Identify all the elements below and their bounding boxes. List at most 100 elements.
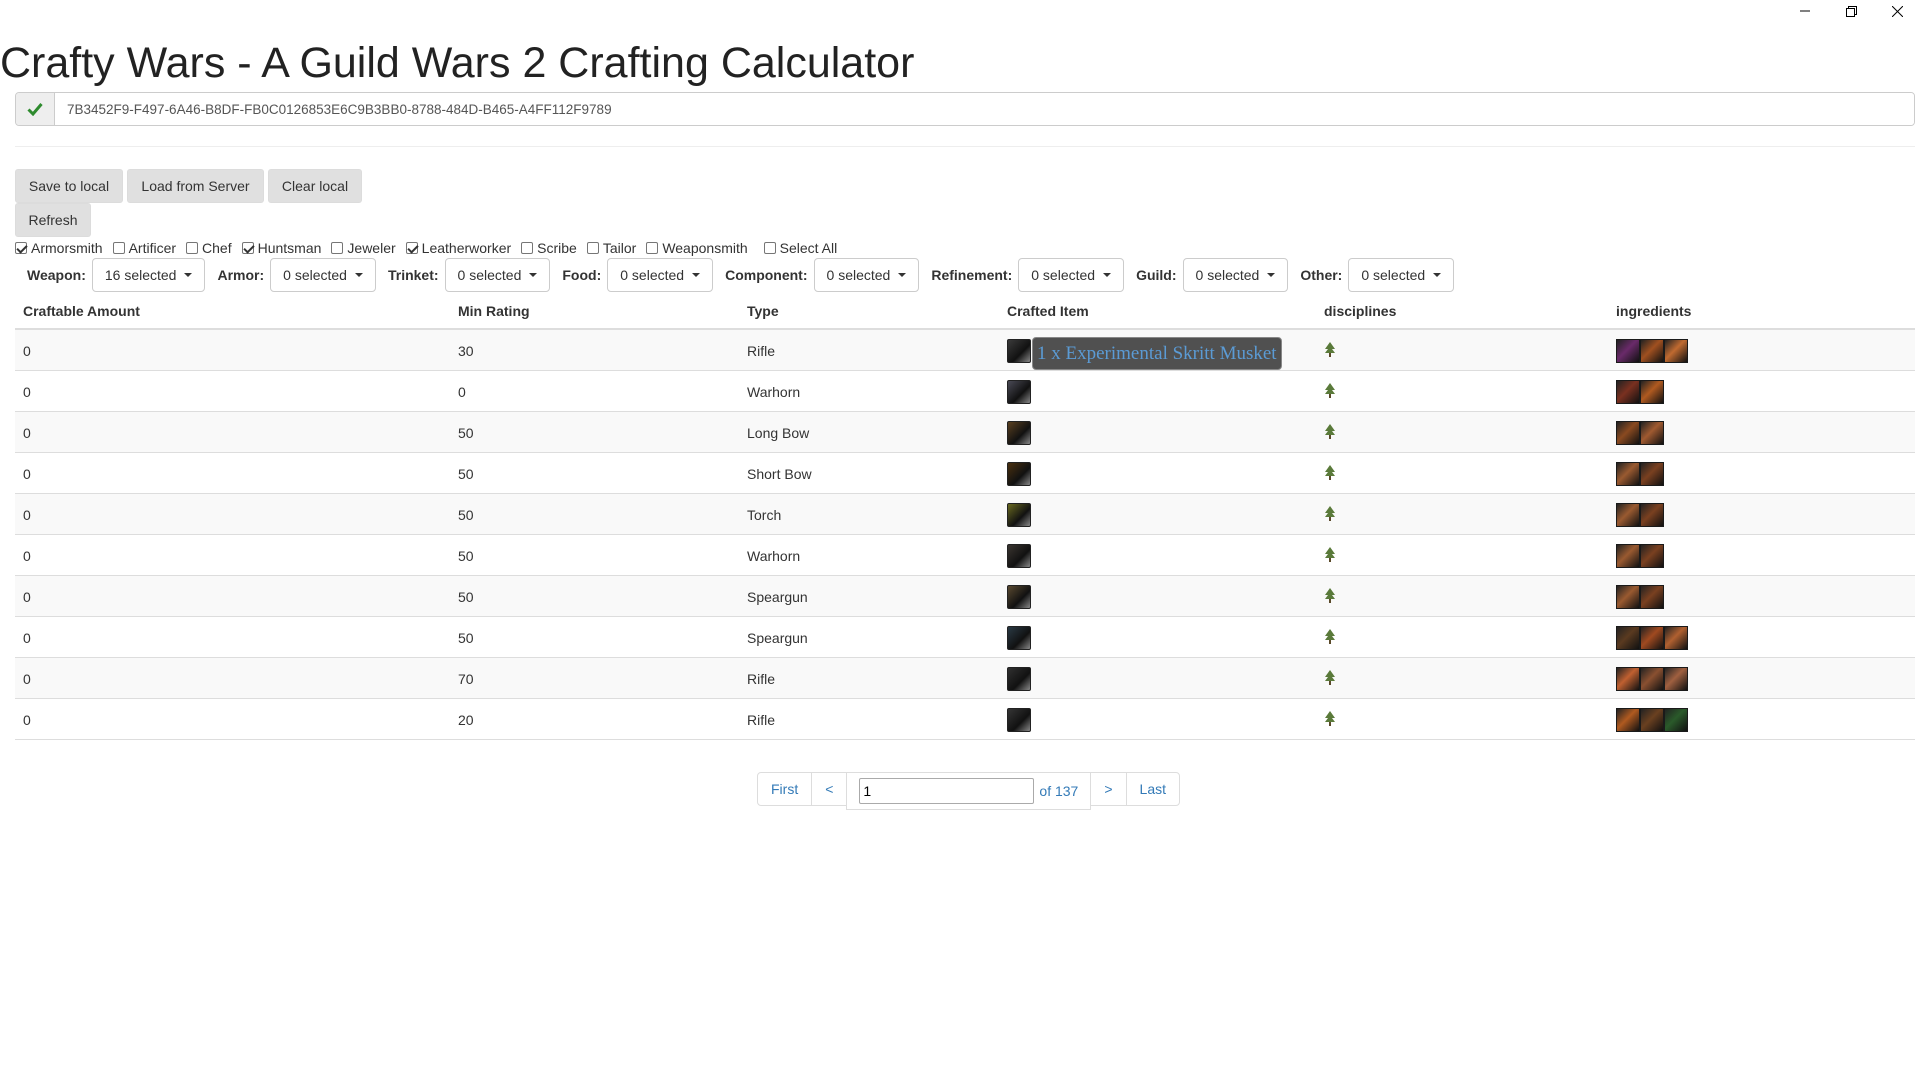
ingredient-icon[interactable] (1616, 544, 1640, 568)
ingredient-icon[interactable] (1640, 339, 1664, 363)
checkbox-box[interactable] (331, 242, 344, 254)
ingredient-icon[interactable] (1616, 462, 1640, 486)
checkbox-box[interactable] (646, 242, 659, 254)
discipline-checkbox-weaponsmith[interactable]: Weaponsmith (646, 240, 748, 256)
load-from-server-button[interactable]: Load from Server (127, 169, 264, 203)
crafted-item-icon[interactable] (1007, 339, 1031, 363)
checkbox-box[interactable] (586, 242, 599, 254)
crafted-item-icon[interactable] (1007, 380, 1031, 404)
ingredient-icon[interactable] (1616, 421, 1640, 445)
header-crafted-item[interactable]: Crafted Item (1007, 303, 1089, 319)
ingredient-icon[interactable] (1640, 667, 1664, 691)
filter-dropdown-guild[interactable]: 0 selected (1182, 258, 1289, 292)
crafted-item-icon[interactable] (1007, 544, 1031, 568)
discipline-checkbox-chef[interactable]: Chef (186, 240, 232, 256)
ingredient-icon[interactable] (1664, 626, 1688, 650)
ingredient-icon[interactable] (1664, 667, 1688, 691)
ingredients-cell (1616, 421, 1664, 445)
header-craftable-amount[interactable]: Craftable Amount (23, 303, 140, 319)
crafted-item-icon[interactable] (1007, 585, 1031, 609)
table-row[interactable]: 0 50 Speargun (15, 576, 1915, 617)
first-page-button[interactable]: First (757, 772, 813, 806)
ingredient-icon[interactable] (1640, 708, 1664, 732)
table-row[interactable]: 0 20 Rifle (15, 699, 1915, 740)
ingredient-icon[interactable] (1640, 585, 1664, 609)
minimize-icon[interactable] (1782, 0, 1828, 22)
header-type[interactable]: Type (747, 303, 779, 319)
crafted-item-icon[interactable] (1007, 708, 1031, 732)
huntsman-tree-icon (1324, 670, 1336, 689)
discipline-checkbox-armorsmith[interactable]: Armorsmith (15, 240, 103, 256)
table-row[interactable]: 0 30 Rifle (15, 330, 1915, 371)
crafted-item-icon[interactable] (1007, 503, 1031, 527)
ingredient-icon[interactable] (1616, 380, 1640, 404)
checkbox-box[interactable] (405, 242, 418, 254)
filter-dropdown-component[interactable]: 0 selected (813, 258, 920, 292)
checkbox-box[interactable] (521, 242, 534, 254)
ingredient-icon[interactable] (1640, 462, 1664, 486)
caret-down-icon (898, 273, 907, 277)
ingredient-icon[interactable] (1616, 339, 1640, 363)
filter-label: Refinement: (931, 267, 1013, 283)
header-ingredients[interactable]: ingredients (1616, 303, 1691, 319)
craftable-amount-cell: 0 (23, 671, 31, 687)
discipline-checkbox-huntsman[interactable]: Huntsman (241, 240, 321, 256)
ingredient-icon[interactable] (1664, 708, 1688, 732)
next-page-button[interactable]: > (1090, 772, 1127, 806)
filter-dropdown-armor[interactable]: 0 selected (270, 258, 376, 292)
ingredient-icon[interactable] (1664, 339, 1688, 363)
table-row[interactable]: 0 50 Long Bow (15, 412, 1915, 453)
ingredient-icon[interactable] (1640, 626, 1664, 650)
page-number-input[interactable] (859, 778, 1035, 804)
ingredient-icon[interactable] (1640, 380, 1664, 404)
filter-dropdown-food[interactable]: 0 selected (607, 258, 714, 292)
prev-page-button[interactable]: < (811, 772, 848, 806)
ingredient-icon[interactable] (1616, 667, 1640, 691)
huntsman-tree-icon (1324, 342, 1336, 361)
filter-dropdown-other[interactable]: 0 selected (1348, 258, 1455, 292)
header-min-rating[interactable]: Min Rating (458, 303, 530, 319)
restore-icon[interactable] (1828, 0, 1874, 22)
discipline-checkbox-leatherworker[interactable]: Leatherworker (405, 240, 511, 256)
refresh-button[interactable]: Refresh (15, 203, 91, 237)
ingredient-icon[interactable] (1616, 626, 1640, 650)
checkbox-box[interactable] (186, 242, 199, 254)
filter-dropdown-trinket[interactable]: 0 selected (444, 258, 551, 292)
close-icon[interactable] (1874, 0, 1920, 22)
checkbox-box[interactable] (241, 242, 254, 254)
filter-dropdown-weapon[interactable]: 16 selected (91, 258, 206, 292)
header-disciplines[interactable]: disciplines (1324, 303, 1396, 319)
ingredient-icon[interactable] (1640, 503, 1664, 527)
item-tooltip: 1 x Experimental Skritt Musket (1032, 337, 1282, 370)
crafted-item-icon[interactable] (1007, 626, 1031, 650)
ingredient-icon[interactable] (1616, 585, 1640, 609)
checkbox-box[interactable] (15, 242, 27, 254)
discipline-checkbox-select-all[interactable]: Select All (763, 240, 837, 256)
checkbox-box[interactable] (763, 242, 776, 254)
discipline-checkbox-tailor[interactable]: Tailor (586, 240, 636, 256)
api-key-input[interactable] (55, 93, 1914, 125)
table-row[interactable]: 0 50 Warhorn (15, 535, 1915, 576)
ingredient-icon[interactable] (1640, 544, 1664, 568)
ingredient-icon[interactable] (1616, 708, 1640, 732)
ingredients-cell (1616, 585, 1664, 609)
crafted-item-icon[interactable] (1007, 462, 1031, 486)
ingredient-icon[interactable] (1616, 503, 1640, 527)
table-row[interactable]: 0 50 Torch (15, 494, 1915, 535)
crafted-item-icon[interactable] (1007, 667, 1031, 691)
filter-dropdown-refinement[interactable]: 0 selected (1018, 258, 1125, 292)
discipline-checkbox-jeweler[interactable]: Jeweler (331, 240, 396, 256)
type-cell: Warhorn (747, 548, 801, 564)
clear-local-button[interactable]: Clear local (268, 169, 362, 203)
ingredient-icon[interactable] (1640, 421, 1664, 445)
table-row[interactable]: 0 50 Speargun (15, 617, 1915, 658)
discipline-checkbox-scribe[interactable]: Scribe (521, 240, 577, 256)
checkbox-box[interactable] (112, 242, 125, 254)
discipline-checkbox-artificer[interactable]: Artificer (112, 240, 176, 256)
table-row[interactable]: 0 50 Short Bow (15, 453, 1915, 494)
last-page-button[interactable]: Last (1125, 772, 1180, 806)
table-row[interactable]: 0 70 Rifle (15, 658, 1915, 699)
table-row[interactable]: 0 0 Warhorn (15, 371, 1915, 412)
crafted-item-icon[interactable] (1007, 421, 1031, 445)
save-to-local-button[interactable]: Save to local (15, 169, 123, 203)
